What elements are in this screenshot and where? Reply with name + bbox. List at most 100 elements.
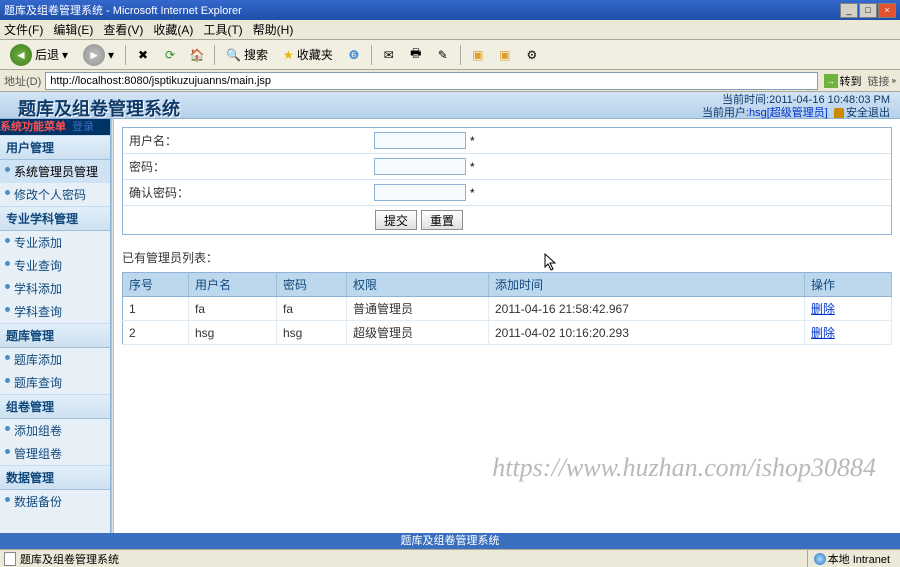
confirm-password-label: 确认密码： [123, 180, 368, 205]
refresh-icon[interactable]: ⟳ [158, 43, 182, 67]
sidebar-item[interactable]: 学科查询 [0, 300, 110, 323]
table-cell: 2011-04-16 21:58:42.967 [489, 297, 805, 321]
sidebar-item[interactable]: 修改个人密码 [0, 183, 110, 206]
sidebar: 系统功能菜单登录 用户管理系统管理员管理修改个人密码专业学科管理专业添加专业查询… [0, 119, 111, 533]
sidebar-item-label: 题库添加 [14, 353, 62, 367]
time-value: 2011-04-16 10:48:03 PM [769, 94, 890, 106]
confirm-password-input[interactable] [374, 184, 466, 201]
table-cell: 1 [123, 297, 189, 321]
lock-icon [834, 108, 844, 118]
table-cell-op: 删除 [805, 321, 892, 345]
forward-button[interactable]: ► ▾ [77, 42, 120, 68]
menu-file[interactable]: 文件(F) [4, 21, 43, 38]
header-right: 当前时间:2011-04-16 10:48:03 PM 当前用户:hsg[超级管… [702, 94, 890, 120]
back-label: 后退 [35, 46, 59, 63]
minimize-button[interactable]: _ [840, 3, 858, 18]
username-input[interactable] [374, 132, 466, 149]
password-input[interactable] [374, 158, 466, 175]
folder-icon[interactable]: ▣ [466, 43, 490, 67]
submit-button[interactable]: 提交 [375, 210, 417, 230]
sidebar-item-label: 学科查询 [14, 305, 62, 319]
search-button[interactable]: 🔍 搜索 [220, 44, 274, 65]
separator [460, 45, 461, 65]
content-row: 系统功能菜单登录 用户管理系统管理员管理修改个人密码专业学科管理专业添加专业查询… [0, 119, 900, 533]
watermark: https://www.huzhan.com/ishop30884 [492, 453, 876, 483]
table-cell: fa [189, 297, 277, 321]
sidebar-group-head: 数据管理 [0, 465, 110, 490]
menu-tools[interactable]: 工具(T) [203, 21, 242, 38]
sidebar-item[interactable]: 管理组卷 [0, 442, 110, 465]
folder-icon[interactable]: ▣ [493, 43, 517, 67]
sidebar-item[interactable]: 题库查询 [0, 371, 110, 394]
sidebar-item[interactable]: 专业添加 [0, 231, 110, 254]
table-row: 2hsghsg超级管理员2011-04-02 10:16:20.293删除 [123, 321, 892, 345]
table-cell: 2 [123, 321, 189, 345]
menu-help[interactable]: 帮助(H) [253, 21, 294, 38]
reset-button[interactable]: 重置 [421, 210, 463, 230]
mail-icon[interactable]: ✉ [377, 43, 401, 67]
maximize-button[interactable]: □ [859, 3, 877, 18]
delete-link[interactable]: 删除 [811, 302, 835, 316]
delete-link[interactable]: 删除 [811, 326, 835, 340]
go-button[interactable]: → 转到 [824, 73, 862, 89]
table-header: 权限 [347, 273, 489, 297]
status-page: 题库及组卷管理系统 [20, 551, 119, 567]
tool-icon[interactable]: ⚙ [520, 43, 544, 67]
address-input[interactable] [45, 72, 817, 90]
go-icon: → [824, 74, 838, 88]
page-icon [4, 552, 16, 566]
app-footer: 题库及组卷管理系统 [0, 533, 900, 549]
current-user[interactable]: hsg [749, 107, 767, 119]
sidebar-item[interactable]: 学科添加 [0, 277, 110, 300]
separator [371, 45, 372, 65]
sidebar-item-label: 专业添加 [14, 236, 62, 250]
table-header: 密码 [277, 273, 347, 297]
favorites-label: 收藏夹 [297, 46, 333, 63]
close-button[interactable]: × [878, 3, 896, 18]
sidebar-item[interactable]: 添加组卷 [0, 419, 110, 442]
sidebar-item[interactable]: 专业查询 [0, 254, 110, 277]
back-button[interactable]: ◄ 后退 ▾ [4, 42, 74, 68]
logout-link[interactable]: 安全退出 [846, 107, 890, 119]
sidebar-group-head: 专业学科管理 [0, 206, 110, 231]
sidebar-item[interactable]: 题库添加 [0, 348, 110, 371]
home-icon[interactable]: 🏠 [185, 43, 209, 67]
table-header: 用户名 [189, 273, 277, 297]
table-header: 序号 [123, 273, 189, 297]
sidebar-item[interactable]: 系统管理员管理 [0, 160, 110, 183]
chevron-down-icon: ▾ [108, 48, 114, 62]
menu-edit[interactable]: 编辑(E) [53, 21, 93, 38]
sidebar-item-label: 系统管理员管理 [14, 165, 98, 179]
username-label: 用户名： [123, 128, 368, 153]
required-star: * [470, 134, 475, 148]
chevron-right-icon: » [892, 76, 896, 85]
user-label: 当前用户: [702, 107, 749, 119]
go-label: 转到 [840, 73, 862, 89]
separator [214, 45, 215, 65]
menu-favorites[interactable]: 收藏(A) [153, 21, 193, 38]
globe-icon [814, 553, 826, 565]
search-label: 搜索 [244, 46, 268, 63]
print-icon[interactable]: 🖶 [404, 43, 428, 67]
admin-form: 用户名： * 密码： * 确认密码： * 提交 重置 [122, 127, 892, 235]
user-role[interactable]: [超级管理员] [767, 107, 828, 119]
status-bar: 题库及组卷管理系统 本地 Intranet [0, 549, 900, 567]
status-zone-label: 本地 Intranet [828, 551, 890, 567]
back-icon: ◄ [10, 44, 32, 66]
toolbar: ◄ 后退 ▾ ► ▾ ✖ ⟳ 🏠 🔍 搜索 ★ 收藏夹 ❻ ✉ 🖶 ✎ ▣ ▣ … [0, 40, 900, 70]
stop-icon[interactable]: ✖ [131, 43, 155, 67]
table-cell: 2011-04-02 10:16:20.293 [489, 321, 805, 345]
sidebar-item-label: 修改个人密码 [14, 188, 86, 202]
menu-view[interactable]: 查看(V) [103, 21, 143, 38]
address-bar: 地址(D) → 转到 链接 » [0, 70, 900, 92]
table-cell: hsg [277, 321, 347, 345]
sidebar-item-label: 管理组卷 [14, 447, 62, 461]
edit-icon[interactable]: ✎ [431, 43, 455, 67]
admin-table: 序号用户名密码权限添加时间操作 1fafa普通管理员2011-04-16 21:… [122, 272, 892, 345]
links-label[interactable]: 链接 [868, 73, 890, 89]
favorites-button[interactable]: ★ 收藏夹 [277, 44, 339, 65]
history-icon[interactable]: ❻ [342, 43, 366, 67]
sidebar-item[interactable]: 数据备份 [0, 490, 110, 513]
table-cell: 普通管理员 [347, 297, 489, 321]
list-title: 已有管理员列表： [122, 249, 892, 266]
